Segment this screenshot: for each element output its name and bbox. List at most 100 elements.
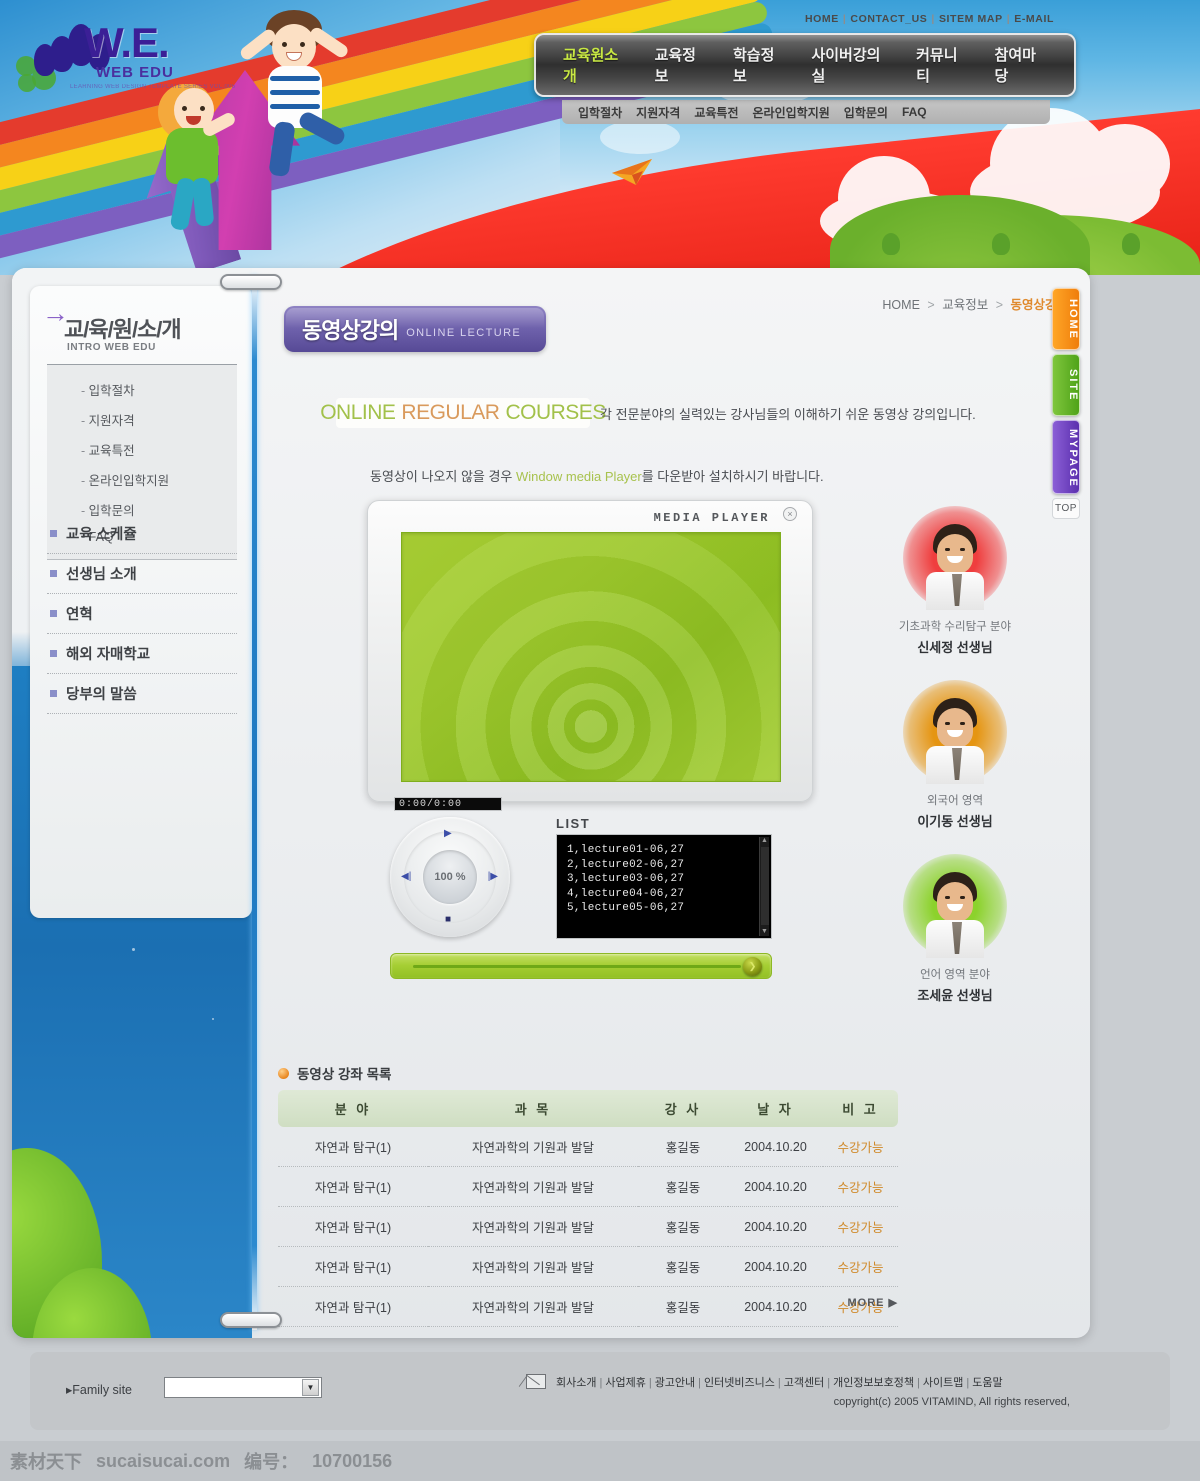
badge-word-regular: REGULAR [401,401,500,424]
sidebar-item-label: 연혁 [66,607,93,623]
video-screen[interactable] [401,532,781,782]
main-navigation: 교육원소개 교육정보 학습정보 사이버강의실 커뮤니티 참여마당 [534,33,1076,97]
teacher-card[interactable]: 기초과학 수리탐구 분야 신세정 선생님 [870,506,1040,656]
status-badge[interactable]: 수강가능 [823,1166,898,1207]
previous-icon[interactable]: ◀| [401,871,411,882]
playlist[interactable]: 1,lecture01-06,27 2,lecture02-06,27 3,le… [556,834,772,939]
utility-link-sitemap[interactable]: SITEM MAP [939,13,1003,25]
playlist-scrollbar[interactable]: ▲ ▼ [759,837,769,936]
table-row[interactable]: 자연과 탐구(1) 자연과학의 기원과 발달 홍길동 2004.10.20 수강… [278,1206,898,1247]
chevron-down-icon[interactable]: ▼ [302,1379,319,1396]
footer-link-help[interactable]: 도움말 [972,1377,1002,1389]
footer-link-advertising[interactable]: 광고안내 [655,1377,695,1389]
sidebar-item-message[interactable]: 당부의 말씀 [47,674,237,714]
family-site-select[interactable]: ▼ [164,1377,322,1398]
footer-link-internet-business[interactable]: 인터넷비즈니스 [704,1377,775,1389]
footer-link-privacy[interactable]: 개인정보보호정책 [833,1377,914,1389]
cell-subject: 자연과학의 기원과 발달 [428,1286,638,1327]
playlist-item[interactable]: 2,lecture02-06,27 [567,858,771,873]
progress-bar[interactable]: ❯ [390,953,772,979]
nav-item-participation[interactable]: 참여마당 [982,44,1060,86]
progress-knob[interactable]: ❯ [743,957,762,976]
sidebar-item-schedule[interactable]: 교육 스케쥴 [47,514,237,554]
playlist-item[interactable]: 1,lecture01-06,27 [567,843,771,858]
close-icon[interactable]: × [783,507,797,521]
breadcrumb-mid[interactable]: 교육정보 [942,298,988,312]
tree-icon [1122,233,1140,255]
subnav-item-qualification[interactable]: 지원자격 [636,104,680,121]
play-icon[interactable]: ▶ [444,828,452,839]
nav-item-intro[interactable]: 교육원소개 [550,44,642,86]
sidebar-item-sister-schools[interactable]: 해외 자매학교 [47,634,237,674]
scroll-down-icon[interactable]: ▼ [760,928,769,936]
footer-link-sitemap[interactable]: 사이트맵 [923,1377,963,1389]
page-title: 동영상강의 ONLINE LECTURE [284,306,546,352]
media-player-title: MEDIA PLAYER [653,511,770,525]
subnav-item-benefits[interactable]: 교육특전 [694,104,738,121]
teacher-photo [903,854,1007,958]
next-icon[interactable]: |▶ [488,871,498,882]
sidebar-item-history[interactable]: 연혁 [47,594,237,634]
utility-link-email[interactable]: E-MAIL [1014,13,1054,25]
cell-field: 자연과 탐구(1) [278,1206,428,1247]
table-row[interactable]: 자연과 탐구(1) 자연과학의 기원과 발달 홍길동 2004.10.20 수강… [278,1127,898,1167]
sidebar-item-label: 해외 자매학교 [66,647,151,663]
cell-field: 자연과 탐구(1) [278,1246,428,1287]
subnav-item-inquiry[interactable]: 입학문의 [844,104,888,121]
scroll-up-icon[interactable]: ▲ [760,837,769,845]
site-logo[interactable]: W.E. WEB EDU LEARNING WEB DESIGN TEMPLAT… [12,8,235,94]
sidebar-item-label: 당부의 말씀 [66,687,137,703]
sidebar-subitem-benefits[interactable]: 교육특전 [47,434,237,464]
playlist-label: LIST [556,816,591,831]
playlist-item[interactable]: 3,lecture03-06,27 [567,872,771,887]
nav-item-edu-info[interactable]: 교육정보 [642,44,720,86]
nav-item-cyber-class[interactable]: 사이버강의실 [798,44,903,86]
sidebar-subitem-admission[interactable]: 입학절차 [47,374,237,404]
footer-link-customer-center[interactable]: 고객센터 [784,1377,824,1389]
tree-icon [992,233,1010,255]
teacher-card[interactable]: 언어 영역 분야 조세윤 선생님 [870,854,1040,1004]
teacher-photo [903,506,1007,610]
player-notice: 동영상이 나오지 않을 경우 Window media Player를 다운받아… [370,466,824,485]
teacher-card[interactable]: 외국어 영역 이기동 선생님 [870,680,1040,830]
breadcrumb-home[interactable]: HOME [882,298,920,312]
quicktab-mypage[interactable]: MYPAGE [1052,420,1080,494]
subnav-item-faq[interactable]: FAQ [902,105,927,119]
sidebar-item-teachers[interactable]: 선생님 소개 [47,554,237,594]
footer-link-about[interactable]: 회사소개 [556,1377,596,1389]
status-badge[interactable]: 수강가능 [823,1206,898,1247]
footer-link-partnership[interactable]: 사업제휴 [605,1377,645,1389]
volume-display[interactable]: 100 % [423,850,477,904]
nav-item-study-info[interactable]: 학습정보 [720,44,798,86]
teacher-name: 조세윤 선생님 [917,988,993,1003]
more-button[interactable]: MORE ▶ [847,1296,898,1309]
quicktab-top[interactable]: TOP [1052,498,1080,519]
playback-dpad[interactable]: ▶ ■ ◀| |▶ 100 % [390,817,510,937]
quicktab-site[interactable]: SITE [1052,354,1080,416]
table-row[interactable]: 자연과 탐구(1) 자연과학의 기원과 발달 홍길동 2004.10.20 수강… [278,1166,898,1207]
utility-link-home[interactable]: HOME [805,13,839,25]
stop-icon[interactable]: ■ [445,914,451,925]
status-badge[interactable]: 수강가능 [823,1246,898,1287]
sidebar-subitem-online-apply[interactable]: 온라인입학지원 [47,464,237,494]
quicktab-home[interactable]: HOME [1052,288,1080,350]
utility-link-contact[interactable]: CONTACT_US [850,13,927,25]
table-row[interactable]: 자연과 탐구(1) 자연과학의 기원과 발달 홍길동 2004.10.20 수강… [278,1286,898,1327]
table-row[interactable]: 자연과 탐구(1) 자연과학의 기원과 발달 홍길동 2004.10.20 수강… [278,1246,898,1287]
binder-clip-bottom [220,1312,282,1328]
playlist-item[interactable]: 5,lecture05-06,27 [567,901,771,916]
notice-link[interactable]: Window media Player [516,469,642,484]
subnav-item-online-apply[interactable]: 온라인입학지원 [753,104,830,121]
cell-date: 2004.10.20 [728,1286,823,1327]
square-bullet-icon [50,570,57,577]
subnav-item-admission[interactable]: 입학절차 [578,104,622,121]
badge-word-online: ONLINE [320,401,396,424]
nav-item-community[interactable]: 커뮤니티 [903,44,981,86]
sidebar-subitem-qualification[interactable]: 지원자격 [47,404,237,434]
playlist-item[interactable]: 4,lecture04-06,27 [567,887,771,902]
separator: | [842,13,847,25]
status-badge[interactable]: 수강가능 [823,1127,898,1167]
scrollbar-thumb[interactable] [761,847,769,925]
breadcrumb-separator: > [927,298,935,312]
watermark-site-cn: 素材天下 [10,1452,82,1472]
